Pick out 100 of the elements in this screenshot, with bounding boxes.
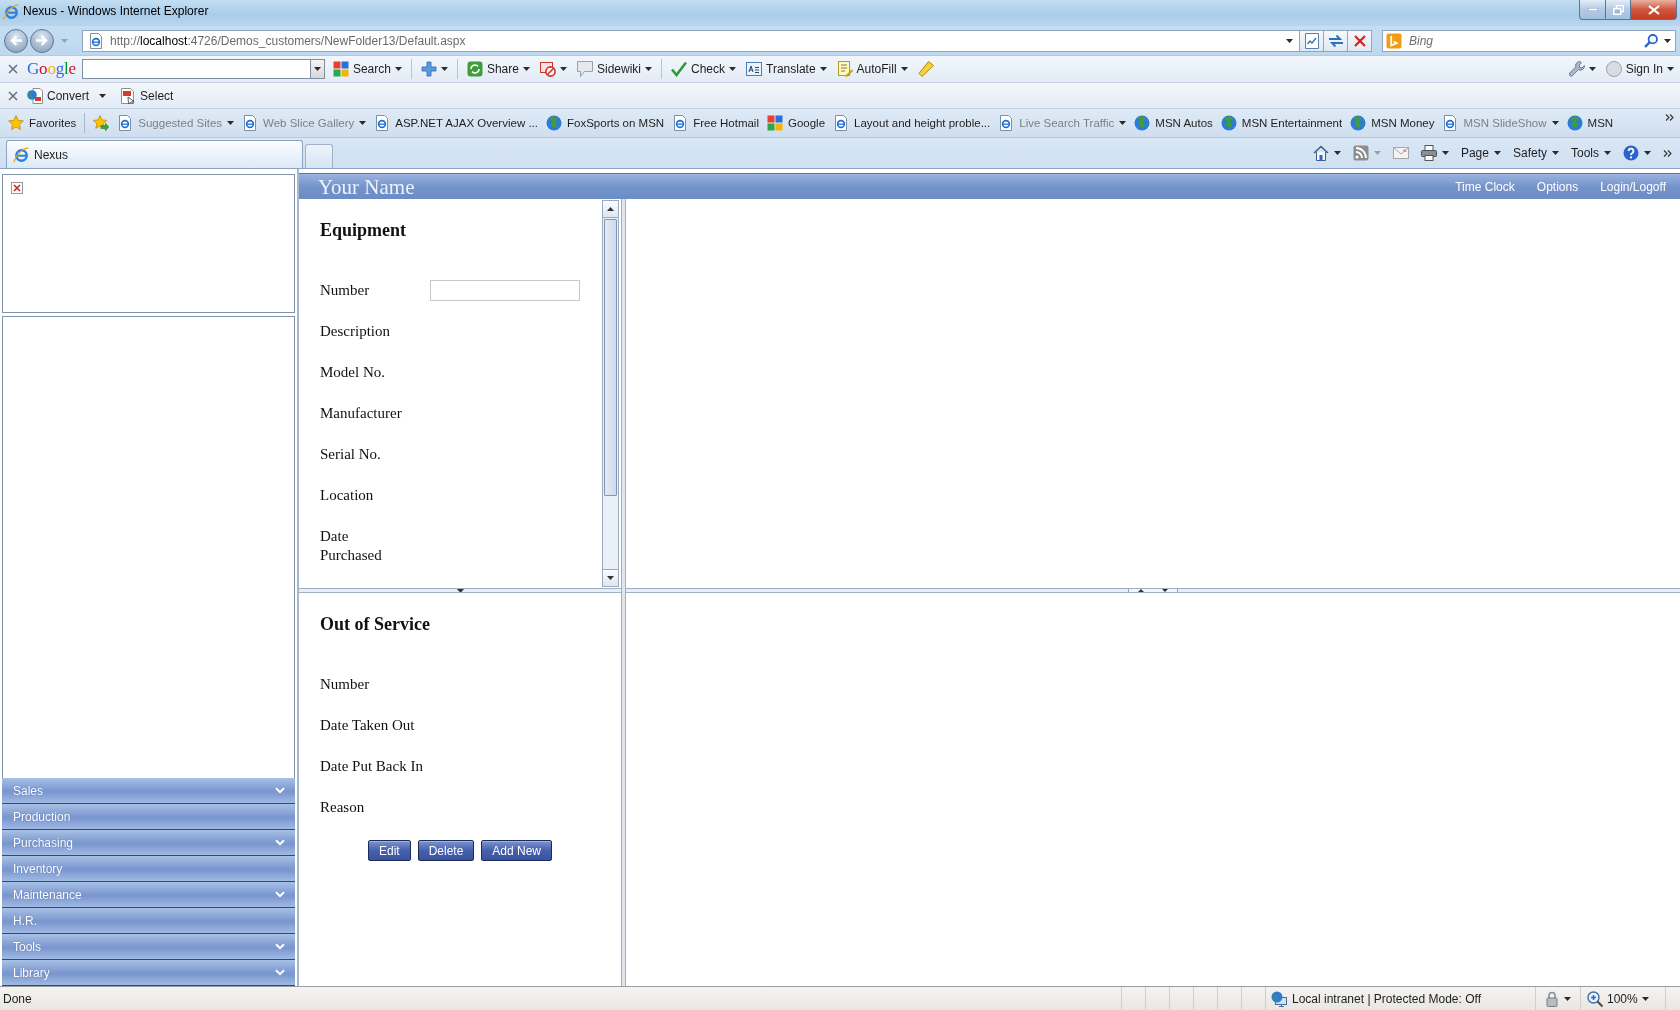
- document-icon: [120, 87, 137, 104]
- highlight-button[interactable]: [917, 58, 934, 80]
- field-label: Description: [320, 322, 390, 341]
- feeds-button[interactable]: [1352, 145, 1381, 161]
- chevron-down-icon: [275, 839, 285, 846]
- right-arrow-icon: [36, 35, 48, 46]
- favorites-link[interactable]: MSN Autos: [1134, 115, 1213, 131]
- favorites-link[interactable]: MSN: [1566, 115, 1614, 131]
- back-button[interactable]: [4, 28, 28, 53]
- tab[interactable]: Nexus: [6, 140, 303, 168]
- address-field[interactable]: http://localhost:4726/Demos_customers/NewFolder13/Default.aspx: [82, 29, 1300, 52]
- page-icon: [374, 115, 391, 131]
- chart-page-icon: [1304, 32, 1319, 49]
- favorites-link[interactable]: FoxSports on MSN: [546, 115, 665, 131]
- sign-in-button[interactable]: Sign In: [1605, 58, 1674, 80]
- favorites-link[interactable]: Free Hotmail: [672, 115, 759, 131]
- caret-icon: [1373, 151, 1381, 155]
- close-toolbar-button[interactable]: [8, 63, 18, 75]
- plus-icon: [420, 61, 437, 77]
- menu-button[interactable]: Page: [1460, 146, 1501, 160]
- site-title: Your Name: [318, 174, 415, 199]
- add-to-favorites-button[interactable]: [93, 115, 110, 131]
- search-button[interactable]: Search: [332, 58, 402, 80]
- close-button[interactable]: [1631, 0, 1677, 20]
- scrollbar-thumb[interactable]: [604, 219, 617, 496]
- stop-button[interactable]: [1348, 29, 1372, 52]
- caret-icon: [729, 67, 736, 71]
- forward-button[interactable]: [30, 28, 54, 53]
- scroll-down-button[interactable]: [603, 569, 618, 586]
- left-arrow-icon: [10, 35, 22, 46]
- speech-bubble-icon: [576, 61, 593, 77]
- favorites-link[interactable]: MSN Entertainment: [1220, 115, 1343, 131]
- translate-button[interactable]: Translate: [746, 58, 827, 80]
- add-button[interactable]: [420, 58, 448, 80]
- favorites-button[interactable]: Favorites: [8, 115, 77, 131]
- caret-icon: [1551, 121, 1559, 125]
- compatibility-button[interactable]: [1300, 29, 1324, 52]
- caret-icon: [313, 67, 321, 71]
- more-button[interactable]: [1663, 149, 1672, 157]
- menu-button[interactable]: Tools: [1571, 146, 1611, 160]
- scroll-up-button[interactable]: [603, 201, 618, 218]
- caret-icon: [1286, 38, 1293, 43]
- stop-icon: [1353, 34, 1366, 47]
- squares-icon: [332, 61, 349, 77]
- action-button[interactable]: Add New: [481, 840, 553, 861]
- select-button[interactable]: Select: [120, 84, 174, 107]
- page-icon: [998, 115, 1015, 131]
- page-icon: [833, 115, 850, 131]
- security-zone-text: Local intranet | Protected Mode: Off: [1292, 991, 1481, 1006]
- text-input[interactable]: [430, 280, 580, 301]
- close-icon: [1647, 4, 1660, 15]
- up-arrow-icon: [607, 207, 614, 211]
- print-button[interactable]: [1420, 145, 1449, 161]
- blocked-window-icon: [539, 61, 556, 77]
- share-button[interactable]: Share: [466, 58, 530, 80]
- chevron-down-icon: [275, 943, 285, 950]
- down-arrow-icon: [607, 576, 614, 580]
- tick-icon: [671, 61, 687, 77]
- favorites-link[interactable]: ASP.NET AJAX Overview ...: [374, 115, 538, 131]
- check-button[interactable]: Check: [671, 58, 736, 80]
- squares-icon: [767, 115, 783, 131]
- autofill-button[interactable]: AutoFill: [836, 58, 908, 80]
- refresh-button[interactable]: [1324, 29, 1348, 52]
- browser-icon: [13, 146, 29, 163]
- more-button[interactable]: [1665, 114, 1674, 121]
- sidewiki-button[interactable]: Sidewiki: [576, 58, 652, 80]
- settings-button[interactable]: [1568, 58, 1596, 80]
- help-button[interactable]: [1623, 145, 1651, 161]
- text-box-icon: [746, 61, 762, 77]
- protected-mode-button[interactable]: [1544, 990, 1571, 1007]
- toolbar-logo: Google: [27, 59, 76, 79]
- home-button[interactable]: [1312, 145, 1341, 161]
- favorites-link[interactable]: MSN Money: [1350, 115, 1435, 131]
- globe-icon: [1220, 115, 1237, 131]
- zoom-button[interactable]: 100%: [1587, 990, 1649, 1007]
- field-label: Manufacturer: [320, 404, 402, 423]
- convert-button[interactable]: Convert: [27, 84, 107, 107]
- caret-icon: [1604, 151, 1611, 155]
- caret-icon: [1664, 38, 1671, 43]
- action-button[interactable]: Edit: [367, 840, 411, 861]
- broken-image-icon: [11, 182, 23, 194]
- favorites-link[interactable]: Google: [767, 115, 826, 131]
- home-icon: [1312, 145, 1329, 161]
- help-icon: [1623, 145, 1639, 161]
- minimize-button[interactable]: [1579, 0, 1605, 20]
- caret-icon: [60, 38, 68, 43]
- search-field[interactable]: Bing: [1382, 29, 1676, 52]
- close-toolbar-button[interactable]: [8, 89, 18, 102]
- star-arrow-icon: [93, 115, 110, 131]
- action-button[interactable]: Delete: [417, 840, 475, 861]
- scrollbar[interactable]: [602, 200, 619, 587]
- search-button[interactable]: [1644, 33, 1658, 48]
- caret-icon: [1552, 151, 1559, 155]
- toolbar-search-field[interactable]: [81, 59, 310, 79]
- field-label: Model No.: [320, 363, 385, 382]
- caret-icon: [1644, 151, 1651, 155]
- page-icon: [117, 115, 134, 131]
- favorites-link[interactable]: Layout and height proble...: [833, 115, 991, 131]
- menu-button[interactable]: Safety: [1512, 146, 1559, 160]
- restore-button[interactable]: [1605, 0, 1631, 20]
